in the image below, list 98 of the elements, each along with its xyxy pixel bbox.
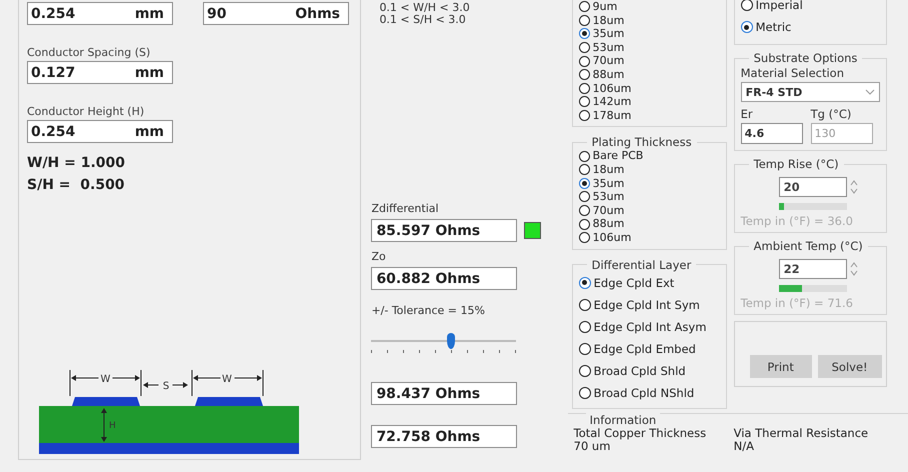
radio-option[interactable]: 88um — [578, 217, 720, 231]
temperature-reading: Temp in (°F) = 36.0 — [740, 214, 854, 228]
radio-button[interactable] — [578, 56, 590, 67]
ratio-text: W/H = 1.000 — [27, 155, 126, 171]
radio-option[interactable]: 35um — [578, 27, 720, 41]
spin-field[interactable]: 22 — [778, 259, 847, 279]
radio-option[interactable]: 70um — [578, 54, 720, 68]
group-title: Temp Rise (°C) — [752, 157, 840, 171]
dimension-label: S — [162, 381, 170, 392]
ratio-text: S/H = 0.500 — [27, 177, 126, 193]
radio-button[interactable] — [578, 191, 590, 202]
field-label: Zdifferential — [371, 202, 440, 215]
group-title: Ambient Temp (°C) — [752, 239, 864, 253]
radio-button[interactable] — [578, 1, 590, 12]
radio-option[interactable]: 178um — [578, 108, 720, 122]
material-dropdown[interactable]: FR-4 STD — [740, 82, 880, 102]
info-value: N/A — [734, 440, 755, 452]
dimension-line — [70, 370, 142, 396]
result-field: 72.758 Ohms — [371, 425, 518, 448]
dimension-label: W — [222, 374, 232, 385]
limits-text: 0.1 < W/H < 3.0 0.1 < S/H < 3.0 — [378, 0, 471, 26]
input-field[interactable]: 0.127 mm — [27, 61, 173, 84]
slider-thumb[interactable] — [447, 333, 456, 349]
group-title: Differential Layer — [590, 258, 692, 272]
result-field: 85.597 Ohms — [371, 219, 518, 242]
radio-option[interactable]: 35um — [578, 176, 720, 190]
radio-button[interactable] — [578, 232, 590, 244]
radio-option[interactable]: 106um — [578, 230, 720, 244]
radio-button[interactable] — [578, 298, 591, 310]
radio-option[interactable]: 53um — [578, 40, 720, 54]
radio-button[interactable] — [578, 69, 590, 80]
dimension-label: H — [109, 421, 116, 431]
radio-option[interactable]: 142um — [578, 95, 720, 109]
radio-option[interactable]: Broad Cpld Shld — [578, 360, 720, 382]
radio-button[interactable] — [740, 0, 753, 11]
radio-option[interactable]: 53um — [578, 190, 720, 204]
radio-button[interactable] — [578, 14, 590, 26]
trace-drawing — [195, 397, 263, 406]
info-label: Via Thermal Resistance — [734, 426, 870, 440]
radio-button[interactable] — [578, 164, 590, 176]
radio-option[interactable]: Metric — [740, 16, 880, 38]
dimension-line — [143, 382, 188, 388]
radio-button[interactable] — [578, 110, 590, 122]
group-title: Substrate Options — [752, 51, 858, 65]
radio-option[interactable]: Broad Cpld NShld — [578, 382, 720, 404]
radio-option[interactable]: Imperial — [740, 0, 880, 16]
radio-option[interactable]: Bare PCB — [578, 149, 720, 163]
radio-button[interactable] — [578, 364, 591, 376]
radio-button[interactable] — [578, 178, 590, 189]
field-label: Conductor Height (H) — [27, 105, 146, 118]
group-title: Plating Thickness — [590, 135, 693, 150]
input-field[interactable]: 0.254 mm — [27, 120, 173, 143]
radio-button[interactable] — [578, 276, 591, 288]
input-field[interactable]: 4.6 — [740, 123, 803, 144]
radio-option[interactable]: Edge Cpld Int Sym — [578, 294, 720, 316]
radio-option[interactable]: 9um — [578, 0, 720, 14]
radio-button[interactable] — [578, 218, 590, 230]
field-label: Er — [740, 107, 754, 121]
action-button[interactable]: Solve! — [818, 355, 882, 378]
radio-button[interactable] — [578, 205, 590, 216]
dimension-line — [101, 408, 107, 442]
info-label: Total Copper Thickness — [574, 426, 708, 440]
chevron-down-icon — [864, 89, 875, 95]
impedance-field[interactable]: 90 Ohms — [203, 2, 349, 25]
field-label: Zo — [371, 250, 387, 263]
dimension-label: W — [100, 374, 110, 385]
radio-option[interactable]: 106um — [578, 82, 720, 96]
radio-button[interactable] — [578, 150, 590, 162]
radio-button[interactable] — [578, 386, 591, 398]
field-label: Tg (°C) — [810, 107, 852, 121]
radio-option[interactable]: 18um — [578, 162, 720, 177]
dimension-line — [192, 370, 264, 396]
radio-button[interactable] — [578, 42, 590, 54]
trace-drawing — [72, 397, 140, 406]
tolerance-slider[interactable] — [371, 332, 516, 350]
tolerance-label: +/- Tolerance = 15% — [371, 304, 486, 317]
field-label: Material Selection — [740, 66, 845, 80]
radio-option[interactable]: Edge Cpld Embed — [578, 338, 720, 360]
width-field[interactable]: 0.254 mm — [27, 2, 173, 25]
radio-option[interactable]: 18um — [578, 14, 720, 28]
radio-button[interactable] — [740, 21, 753, 33]
radio-option[interactable]: 88um — [578, 68, 720, 82]
radio-option[interactable]: Edge Cpld Ext — [578, 272, 720, 294]
radio-button[interactable] — [578, 342, 591, 354]
radio-button[interactable] — [578, 82, 590, 94]
radio-option[interactable]: Edge Cpld Int Asym — [578, 316, 720, 338]
radio-button[interactable] — [578, 96, 590, 108]
spin-field[interactable]: 20 — [778, 177, 847, 197]
info-value: 70 um — [574, 440, 610, 452]
result-field: 98.437 Ohms — [371, 382, 518, 405]
radio-button[interactable] — [578, 320, 591, 332]
temperature-reading: Temp in (°F) = 71.6 — [740, 296, 854, 310]
radio-option[interactable]: 70um — [578, 204, 720, 218]
field-label: Conductor Spacing (S) — [27, 46, 152, 59]
action-button[interactable]: Print — [750, 355, 812, 378]
group-title: Information — [586, 412, 660, 426]
result-field: 60.882 Ohms — [371, 267, 518, 290]
radio-button[interactable] — [578, 28, 590, 40]
